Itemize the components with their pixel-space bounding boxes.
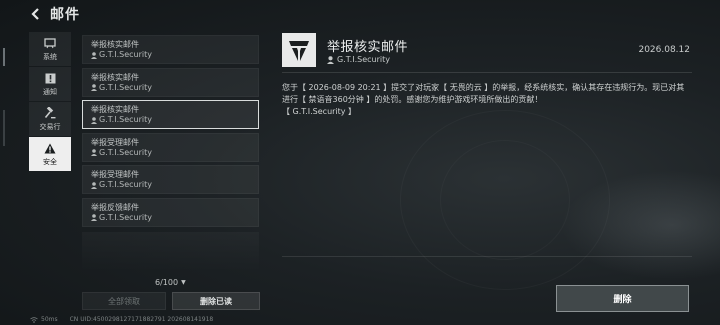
- mail-subject: 举报核实邮件: [91, 40, 139, 49]
- mail-detail-sender: G.T.I.Security: [327, 55, 390, 64]
- mail-list-item-selected[interactable]: 举报核实邮件 G.T.I.Security: [82, 100, 259, 129]
- sidebar-item-security[interactable]: 安全: [29, 137, 71, 171]
- mail-list-item[interactable]: 举报受理邮件 G.T.I.Security: [82, 132, 259, 162]
- back-arrow-icon[interactable]: [30, 7, 44, 21]
- mail-list: 举报核实邮件 G.T.I.Security 举报核实邮件 G.T.I.Secur…: [82, 35, 259, 230]
- sidebar-item-system[interactable]: 系统: [29, 32, 71, 66]
- claim-all-button[interactable]: 全部领取: [82, 292, 166, 310]
- mail-subject: 举报核实邮件: [91, 72, 139, 82]
- mail-sender: G.T.I.Security: [91, 50, 250, 60]
- mail-list-item[interactable]: 举报核实邮件 G.T.I.Security: [82, 67, 259, 97]
- wifi-icon: [30, 316, 38, 323]
- mail-subject: 举报核实邮件: [91, 105, 139, 114]
- divider: [282, 256, 692, 257]
- background-emblem-inner: [440, 140, 570, 260]
- caret-down-icon: ▼: [181, 279, 186, 286]
- mail-sender: G.T.I.Security: [91, 83, 250, 93]
- status-bar: 50ms CN UID:4500298127171882791 20260814…: [30, 314, 213, 325]
- person-icon: [327, 55, 334, 64]
- mail-sender: G.T.I.Security: [91, 180, 250, 190]
- mail-list-item[interactable]: 举报受理邮件 G.T.I.Security: [82, 165, 259, 194]
- security-emblem-icon: [282, 33, 316, 67]
- mail-detail-sender-name: G.T.I.Security: [337, 55, 390, 64]
- mail-count[interactable]: 6/100 ▼: [155, 278, 186, 287]
- sidebar-item-trade[interactable]: 交易行: [29, 102, 71, 136]
- mail-subject: 举报反馈邮件: [91, 202, 139, 212]
- header: 邮件: [0, 0, 720, 28]
- mail-list-item[interactable]: 举报反馈邮件 G.T.I.Security: [82, 197, 259, 227]
- warning-icon: [44, 142, 56, 155]
- mail-list-empty-area: [82, 232, 259, 272]
- mail-sender-name: G.T.I.Security: [99, 212, 152, 222]
- person-icon: [91, 149, 97, 156]
- sidebar-item-label: 系统: [43, 52, 57, 61]
- mail-body-text: 您于【 2026-08-09 20:21 】提交了对玩家【 无畏的云 】的举报，…: [282, 83, 685, 104]
- mail-detail-body: 您于【 2026-08-09 20:21 】提交了对玩家【 无畏的云 】的举报，…: [282, 82, 692, 118]
- rail-indicator: [3, 48, 5, 66]
- sidebar-item-label: 安全: [43, 157, 57, 166]
- ping-text: 50ms: [41, 316, 58, 323]
- mail-list-item[interactable]: 举报核实邮件 G.T.I.Security: [82, 35, 259, 64]
- person-icon: [91, 181, 97, 189]
- mail-sender: G.T.I.Security: [91, 148, 250, 158]
- notice-icon: [45, 72, 56, 85]
- sidebar-item-label: 通知: [43, 87, 57, 96]
- monitor-icon: [44, 37, 56, 50]
- mail-subject: 举报受理邮件: [91, 137, 139, 147]
- divider: [282, 72, 692, 73]
- background-fog: [560, 170, 720, 280]
- rail-indicator-2: [3, 110, 5, 146]
- person-icon: [91, 51, 97, 59]
- mail-sender: G.T.I.Security: [91, 213, 250, 223]
- mail-sender-name: G.T.I.Security: [99, 180, 152, 189]
- page-title: 邮件: [50, 7, 80, 23]
- uid-text: CN UID:4500298127171882791 20260814191​8: [69, 316, 214, 323]
- delete-read-button[interactable]: 删除已读: [172, 292, 260, 310]
- mail-sender: G.T.I.Security: [91, 115, 250, 125]
- mail-signature: 【 G.T.I.Security 】: [282, 107, 357, 116]
- sidebar-item-notice[interactable]: 通知: [29, 67, 71, 101]
- mail-detail-title: 举报核实邮件: [327, 40, 409, 55]
- mail-sender-name: G.T.I.Security: [99, 82, 152, 92]
- person-icon: [91, 214, 97, 221]
- delete-button[interactable]: 删除: [556, 285, 689, 312]
- sidebar-item-label: 交易行: [39, 122, 61, 131]
- person-icon: [91, 116, 97, 124]
- mail-sender-name: G.T.I.Security: [99, 115, 152, 124]
- mail-sender-name: G.T.I.Security: [99, 147, 152, 157]
- person-icon: [91, 84, 97, 91]
- mail-count-text: 6/100: [155, 278, 179, 287]
- mail-sender-name: G.T.I.Security: [99, 50, 152, 59]
- mail-subject: 举报受理邮件: [91, 170, 139, 179]
- gavel-icon: [44, 107, 56, 120]
- category-sidebar: 系统 通知 交易行 安全: [29, 32, 71, 172]
- mail-detail-date: 2026.08.12: [638, 45, 690, 55]
